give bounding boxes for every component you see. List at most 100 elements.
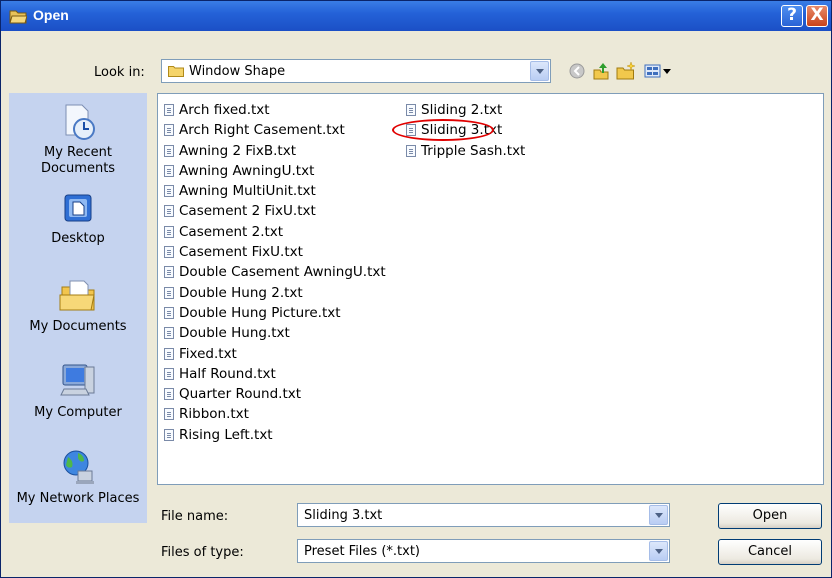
file-name: Double Hung 2.txt (179, 284, 303, 301)
text-file-icon (406, 144, 416, 157)
place-my-network-places[interactable]: My Network Places (9, 447, 147, 507)
file-item[interactable]: Sliding 2.txt (401, 100, 525, 120)
recent-documents-icon (65, 104, 95, 140)
file-item[interactable]: Arch Right Casement.txt (159, 120, 386, 140)
title-bar[interactable]: Open ? X (1, 1, 831, 31)
file-item[interactable]: Double Hung.txt (159, 323, 386, 343)
place-my-recent-documents[interactable]: My Recent Documents (9, 103, 147, 177)
file-name-field[interactable]: Sliding 3.txt (297, 503, 670, 527)
folder-icon (168, 66, 184, 77)
my-computer-icon (60, 364, 95, 396)
file-item[interactable]: Arch fixed.txt (159, 100, 386, 120)
text-file-icon (164, 205, 174, 218)
help-button[interactable]: ? (781, 5, 803, 27)
file-name: Half Round.txt (179, 365, 276, 382)
file-name: Casement 2 FixU.txt (179, 203, 316, 220)
file-type-dropdown[interactable]: Preset Files (*.txt) (297, 539, 670, 563)
open-dialog: Open ? X Look in: Window Shape My Recent… (0, 0, 832, 578)
file-list[interactable]: Arch fixed.txt Arch Right Casement.txt A… (157, 93, 824, 485)
file-name: Double Casement AwningU.txt (179, 264, 386, 281)
place-label: My Recent Documents (40, 145, 116, 176)
file-type-value: Preset Files (*.txt) (304, 544, 420, 559)
file-name: Casement 2.txt (179, 223, 284, 240)
file-item[interactable]: Casement FixU.txt (159, 242, 386, 262)
text-file-icon (164, 124, 174, 137)
text-file-icon (164, 388, 174, 401)
text-file-icon (164, 144, 174, 157)
file-item[interactable]: Awning MultiUnit.txt (159, 181, 386, 201)
text-file-icon (406, 104, 416, 116)
file-item[interactable]: Casement 2.txt (159, 222, 386, 242)
text-file-icon (164, 185, 174, 198)
place-label: My Documents (29, 319, 127, 334)
file-item[interactable]: Awning 2 FixB.txt (159, 141, 386, 161)
file-item[interactable]: Fixed.txt (159, 344, 386, 364)
chevron-down-icon[interactable] (649, 505, 668, 525)
my-documents-icon (59, 280, 95, 311)
close-button[interactable]: X (806, 5, 828, 27)
place-label: My Computer (34, 405, 122, 420)
text-file-icon (164, 266, 174, 279)
up-folder-icon[interactable] (591, 61, 611, 81)
text-file-icon (164, 347, 174, 360)
text-file-icon (164, 428, 174, 441)
cancel-button[interactable]: Cancel (718, 539, 822, 565)
file-name-label: File name: (161, 509, 229, 524)
text-file-icon (164, 367, 174, 380)
file-item[interactable]: Quarter Round.txt (159, 384, 386, 404)
window-title: Open (33, 7, 69, 23)
file-name: Double Hung.txt (179, 325, 290, 342)
place-label: My Network Places (16, 491, 140, 506)
highlight-annotation (392, 119, 494, 141)
file-item[interactable]: Tripple Sash.txt (401, 141, 525, 161)
place-my-documents[interactable]: My Documents (9, 275, 147, 335)
file-name: Fixed.txt (179, 345, 237, 362)
text-file-icon (164, 246, 174, 259)
place-desktop[interactable]: Desktop (9, 191, 147, 247)
file-name: Double Hung Picture.txt (179, 304, 341, 321)
file-item[interactable]: Rising Left.txt (159, 425, 386, 445)
file-name: Rising Left.txt (179, 426, 273, 443)
file-item[interactable]: Double Hung Picture.txt (159, 303, 386, 323)
look-in-dropdown[interactable]: Window Shape (161, 59, 551, 83)
file-name: Awning 2 FixB.txt (179, 142, 296, 159)
file-type-label: Files of type: (161, 545, 244, 560)
file-item[interactable]: Casement 2 FixU.txt (159, 201, 386, 221)
look-in-value: Window Shape (189, 64, 286, 79)
places-bar: My Recent Documents Desktop My Documents (9, 93, 147, 523)
file-name: Casement FixU.txt (179, 244, 303, 261)
file-item[interactable]: Half Round.txt (159, 364, 386, 384)
look-in-label: Look in: (94, 65, 145, 80)
file-column-1: Arch fixed.txt Arch Right Casement.txt A… (159, 100, 386, 445)
file-name: Arch Right Casement.txt (179, 122, 345, 139)
file-name: Awning MultiUnit.txt (179, 183, 316, 200)
open-folder-icon (9, 10, 27, 24)
views-menu-icon[interactable] (643, 61, 677, 81)
back-icon[interactable] (567, 61, 587, 81)
file-item[interactable]: Double Hung 2.txt (159, 283, 386, 303)
file-name: Awning AwningU.txt (179, 162, 315, 179)
new-folder-icon[interactable] (615, 61, 637, 81)
file-name: Sliding 2.txt (421, 102, 503, 118)
file-name: Ribbon.txt (179, 406, 249, 423)
text-file-icon (164, 306, 174, 319)
file-item[interactable]: Double Casement AwningU.txt (159, 262, 386, 282)
text-file-icon (164, 408, 174, 421)
file-name: Arch fixed.txt (179, 102, 270, 118)
chevron-down-icon[interactable] (530, 61, 549, 81)
file-name-value: Sliding 3.txt (304, 508, 383, 523)
file-name: Tripple Sash.txt (421, 142, 526, 159)
text-file-icon (164, 286, 174, 299)
file-name: Quarter Round.txt (179, 386, 302, 403)
open-button[interactable]: Open (718, 503, 822, 529)
place-my-computer[interactable]: My Computer (9, 361, 147, 421)
chevron-down-icon[interactable] (649, 541, 668, 561)
text-file-icon (164, 225, 174, 238)
file-item[interactable]: Ribbon.txt (159, 404, 386, 424)
desktop-icon (64, 194, 92, 222)
file-item[interactable]: Awning AwningU.txt (159, 161, 386, 181)
network-places-icon (63, 450, 94, 484)
place-label: Desktop (51, 231, 105, 246)
text-file-icon (164, 104, 174, 116)
text-file-icon (164, 327, 174, 340)
